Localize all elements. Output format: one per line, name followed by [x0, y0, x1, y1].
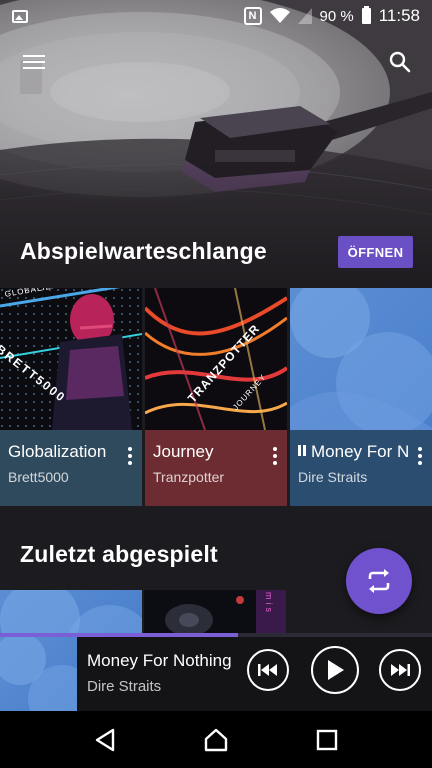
album-art: GLOBALIZATION BRETT5000 [0, 288, 142, 430]
search-icon[interactable] [384, 46, 416, 78]
track-title: Journey [153, 442, 214, 461]
track-title: Globalization [8, 442, 107, 461]
recent-item[interactable]: mis [144, 590, 286, 634]
queue-card[interactable]: Money For Nothing Dire Straits [290, 288, 432, 506]
pause-indicator-icon [298, 445, 306, 456]
album-art-placeholder [290, 288, 432, 430]
play-icon [328, 660, 344, 680]
queue-card[interactable]: TRANZPOTTER JOURNEY Journey Tranzpotter [145, 288, 287, 506]
recent-section-title: Zuletzt abgespielt [20, 541, 218, 567]
hamburger-menu-icon[interactable] [18, 46, 50, 78]
track-artist: Tranzpotter [153, 469, 225, 485]
card-meta: Money For Nothing Dire Straits [290, 430, 432, 506]
music-logo-icon [0, 637, 77, 711]
recent-list: mis [0, 590, 288, 634]
back-icon[interactable] [90, 725, 120, 755]
track-artist: Dire Straits [298, 469, 368, 485]
track-title-text: Money For Nothing [311, 442, 410, 461]
play-button[interactable] [311, 646, 359, 694]
repeat-button[interactable] [346, 548, 412, 614]
album-art-text: mis [264, 592, 274, 615]
card-meta: Globalization Brett5000 [0, 430, 142, 506]
album-art: TRANZPOTTER JOURNEY [145, 288, 287, 430]
more-options-icon[interactable] [128, 447, 132, 465]
skip-previous-icon [258, 664, 277, 676]
battery-icon [361, 6, 371, 24]
mini-player-artist: Dire Straits [87, 678, 162, 695]
card-meta: Journey Tranzpotter [145, 430, 287, 506]
signal-icon [297, 8, 312, 24]
next-track-button[interactable] [379, 649, 421, 691]
recents-icon[interactable] [312, 725, 342, 755]
more-options-icon[interactable] [418, 447, 422, 465]
music-logo-icon [290, 288, 432, 430]
home-icon[interactable] [201, 725, 231, 755]
music-logo-icon [0, 590, 142, 634]
queue-card-list: GLOBALIZATION BRETT5000 Globalization Br… [0, 288, 432, 506]
clock: 11:58 [378, 6, 420, 25]
image-icon [12, 9, 28, 23]
track-title: Money For Nothing [298, 442, 410, 462]
queue-section-title: Abspielwarteschlange [20, 238, 267, 264]
system-nav-bar [0, 711, 432, 768]
track-artist: Brett5000 [8, 469, 69, 485]
recent-item[interactable] [0, 590, 142, 634]
previous-track-button[interactable] [247, 649, 289, 691]
mini-player-album-art [0, 637, 77, 711]
status-bar: N 90 % 11:58 [0, 0, 432, 32]
more-options-icon[interactable] [273, 447, 277, 465]
wifi-icon [269, 8, 290, 23]
mini-player-title: Money For Nothing [87, 651, 232, 670]
repeat-icon [368, 569, 390, 593]
skip-next-icon [391, 664, 410, 676]
nfc-icon: N [243, 7, 262, 25]
battery-percent: 90 % [319, 7, 354, 25]
mini-player[interactable]: Money For Nothing Dire Straits [0, 633, 432, 711]
queue-card[interactable]: GLOBALIZATION BRETT5000 Globalization Br… [0, 288, 142, 506]
open-queue-button[interactable]: ÖFFNEN [338, 236, 413, 268]
